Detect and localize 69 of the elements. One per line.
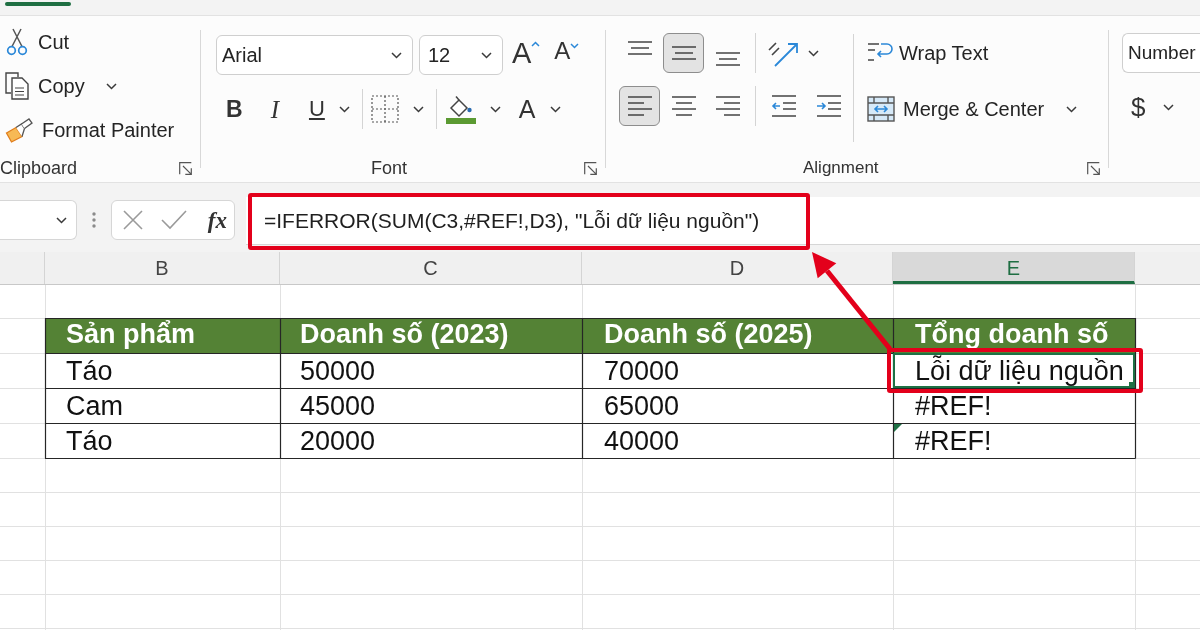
selected-tab-indicator — [5, 2, 71, 6]
column-heading: Doanh số (2023) — [300, 321, 509, 348]
chevron-down-icon — [391, 51, 402, 59]
cell-value: #REF! — [915, 393, 992, 418]
shrink-font-button[interactable]: A — [554, 37, 580, 73]
cell-value: Cam — [66, 393, 123, 418]
column-header[interactable]: B — [45, 252, 280, 284]
paintbrush-icon — [5, 117, 33, 143]
middle-align-button[interactable] — [663, 33, 704, 73]
grow-font-button[interactable]: A — [512, 37, 541, 73]
caret-up-icon — [531, 41, 541, 47]
formula-field[interactable]: =IFERROR(SUM(C3,#REF!,D3), "Lỗi dữ liệu nguồn") — [246, 197, 1200, 245]
column-header[interactable]: C — [280, 252, 582, 284]
group-label: Font — [371, 156, 408, 180]
cancel-icon[interactable] — [123, 210, 143, 230]
insert-function-button[interactable]: fx — [207, 208, 227, 232]
font-name-dropdown[interactable]: Arial — [216, 35, 413, 75]
dialog-launcher-icon[interactable] — [179, 161, 192, 175]
cell-value: 45000 — [300, 393, 376, 418]
cell-value: 65000 — [604, 393, 680, 418]
align-right-icon — [714, 96, 741, 116]
chevron-down-icon — [56, 216, 67, 224]
cell-value: 50000 — [300, 358, 376, 383]
chevron-down-icon — [1066, 105, 1078, 113]
dialog-launcher-icon[interactable] — [584, 161, 597, 175]
borders-icon — [370, 95, 399, 123]
align-top-icon — [626, 41, 653, 55]
column-heading: Sản phẩm — [66, 321, 196, 348]
group-label: Clipboard — [0, 156, 78, 180]
bold-button[interactable]: B — [226, 89, 243, 129]
fill-bucket-icon — [445, 94, 476, 124]
copy-icon — [5, 72, 29, 100]
align-bottom-icon — [714, 52, 741, 66]
underline-button[interactable]: U — [308, 89, 350, 129]
column-heading: Doanh số (2025) — [604, 321, 813, 348]
currency-format-button[interactable]: $ — [1131, 94, 1175, 120]
group-label: Alignment — [803, 157, 879, 180]
number-format-dropdown[interactable]: Number — [1122, 33, 1200, 73]
align-left-icon — [626, 96, 653, 116]
cut-button[interactable]: Cut — [0, 22, 74, 62]
font-color-button[interactable]: A — [518, 89, 561, 129]
merge-cells-icon — [867, 96, 895, 122]
caret-down-icon — [570, 43, 580, 49]
dialog-launcher-icon[interactable] — [1087, 161, 1100, 175]
cell-value: 40000 — [604, 428, 680, 453]
copy-button[interactable]: Copy — [0, 66, 121, 106]
chevron-down-icon — [1163, 103, 1175, 111]
column-heading: Tổng doanh số — [915, 321, 1109, 348]
scissors-icon — [5, 28, 29, 56]
cell-value: 20000 — [300, 428, 376, 453]
format-painter-button[interactable]: Format Painter — [0, 110, 179, 150]
font-size-dropdown[interactable]: 12 — [419, 35, 503, 75]
align-left-button[interactable] — [619, 86, 660, 126]
align-center-icon — [670, 96, 697, 116]
vertical-dots-icon — [92, 212, 96, 228]
column-header[interactable]: E — [893, 252, 1135, 284]
enter-icon[interactable] — [161, 210, 187, 230]
cell-value: Táo — [66, 358, 113, 383]
merge-center-button[interactable]: Merge & Center — [867, 89, 1078, 129]
cell-value: Táo — [66, 428, 113, 453]
chevron-down-icon — [808, 49, 819, 57]
wrap-text-button[interactable]: Wrap Text — [867, 35, 989, 71]
align-middle-icon — [670, 46, 697, 60]
cell-value: 70000 — [604, 358, 680, 383]
chevron-down-icon — [481, 51, 492, 59]
italic-button[interactable]: I — [270, 89, 279, 129]
increase-indent-icon — [816, 95, 842, 117]
decrease-indent-icon — [771, 95, 797, 117]
cell-value: #REF! — [915, 428, 992, 453]
